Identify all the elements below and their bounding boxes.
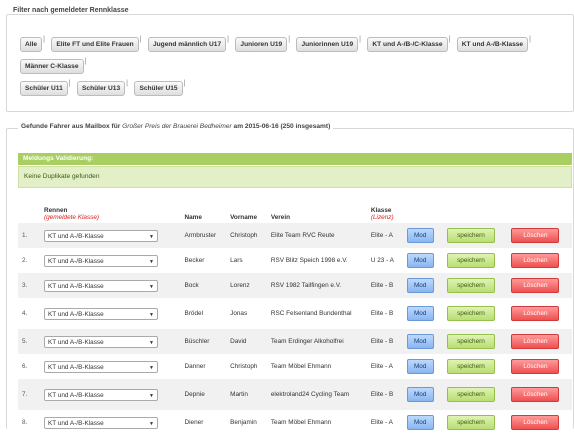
- delete-button[interactable]: Löschen: [511, 253, 560, 268]
- results-legend: Gefunde Fahrer aus Mailbox für Großer Pr…: [18, 123, 334, 130]
- modify-button[interactable]: Mod: [406, 306, 434, 321]
- delete-button[interactable]: Löschen: [511, 334, 560, 349]
- race-class-select[interactable]: KT und A-/B-Klasse ▼: [44, 279, 158, 292]
- save-button[interactable]: speichern: [446, 359, 495, 374]
- column-header-name: Name: [184, 214, 202, 221]
- save-button[interactable]: speichern: [446, 253, 495, 268]
- modify-button[interactable]: Mod: [406, 334, 434, 349]
- save-button[interactable]: speichern: [446, 278, 495, 293]
- filter-button-alle[interactable]: Alle: [20, 37, 43, 52]
- race-class-select[interactable]: KT und A-/B-Klasse ▼: [44, 416, 158, 429]
- filter-button-maenner-c[interactable]: Männer C-Klasse: [20, 59, 84, 74]
- modify-button[interactable]: Mod: [406, 415, 434, 430]
- modify-button[interactable]: Mod: [406, 359, 434, 374]
- table-header-row: Rennen (gemeldete Klasse) Name Vorname Ve…: [18, 193, 572, 223]
- table-row: 8. KT und A-/B-Klasse ▼ Diener Benjamin T…: [18, 410, 572, 435]
- column-header-verein: Verein: [270, 214, 291, 221]
- save-button[interactable]: speichern: [446, 334, 495, 349]
- table-row: 5. KT und A-/B-Klasse ▼ Büschler David Te…: [18, 329, 572, 354]
- filter-button-juniorinnen-u19[interactable]: Juniorinnen U19: [296, 37, 359, 52]
- table-row: 3. KT und A-/B-Klasse ▼ Bock Lorenz RSV 1…: [18, 273, 572, 298]
- save-button[interactable]: speichern: [446, 306, 495, 321]
- table-row: 6. KT und A-/B-Klasse ▼ Danner Christoph …: [18, 354, 572, 379]
- modify-button[interactable]: Mod: [406, 228, 434, 243]
- modify-button[interactable]: Mod: [406, 387, 434, 402]
- race-class-select[interactable]: KT und A-/B-Klasse ▼: [44, 229, 158, 242]
- table-row: 4. KT und A-/B-Klasse ▼ Brödel Jonas RSC …: [18, 298, 572, 329]
- filter-legend: Filter nach gemeldeter Rennklasse: [10, 7, 132, 14]
- save-button[interactable]: speichern: [446, 387, 495, 402]
- riders-table: Rennen (gemeldete Klasse) Name Vorname Ve…: [18, 193, 572, 435]
- race-class-select[interactable]: KT und A-/B-Klasse ▼: [44, 335, 158, 348]
- filter-button-group: Alle| Elite FT und Elite Frauen| Jugend …: [20, 33, 565, 99]
- filter-button-schueler-u15[interactable]: Schüler U15: [134, 81, 183, 96]
- race-class-select[interactable]: KT und A-/B-Klasse ▼: [44, 360, 158, 373]
- chevron-down-icon: ▼: [149, 311, 154, 318]
- chevron-down-icon: ▼: [149, 420, 154, 427]
- filter-button-schueler-u13[interactable]: Schüler U13: [77, 81, 126, 96]
- filter-button-junioren-u19[interactable]: Junioren U19: [235, 37, 288, 52]
- delete-button[interactable]: Löschen: [511, 359, 560, 374]
- table-row: 2. KT und A-/B-Klasse ▼ Becker Lars RSV B…: [18, 248, 572, 273]
- chevron-down-icon: ▼: [149, 258, 154, 265]
- chevron-down-icon: ▼: [149, 364, 154, 371]
- chevron-down-icon: ▼: [149, 283, 154, 290]
- chevron-down-icon: ▼: [149, 339, 154, 346]
- column-header-vorname: Vorname: [230, 214, 257, 221]
- filter-button-elite[interactable]: Elite FT und Elite Frauen: [51, 37, 139, 52]
- race-class-select[interactable]: KT und A-/B-Klasse ▼: [44, 388, 158, 401]
- filter-button-kt-abc[interactable]: KT und A-/B-/C-Klasse: [367, 37, 448, 52]
- filter-button-schueler-u11[interactable]: Schüler U11: [20, 81, 68, 96]
- delete-button[interactable]: Löschen: [511, 278, 560, 293]
- delete-button[interactable]: Löschen: [511, 387, 560, 402]
- chevron-down-icon: ▼: [149, 233, 154, 240]
- modify-button[interactable]: Mod: [406, 278, 434, 293]
- race-class-select[interactable]: KT und A-/B-Klasse ▼: [44, 307, 158, 320]
- table-row: 1. KT und A-/B-Klasse ▼ Armbruster Christ…: [18, 223, 572, 248]
- filter-button-jugend-u17[interactable]: Jugend männlich U17: [147, 37, 227, 52]
- filter-button-kt-ab[interactable]: KT und A-/B-Klasse: [456, 37, 529, 52]
- column-header-klasse: Klasse (Lizenz): [370, 207, 394, 221]
- validation-message: Keine Duplikate gefunden: [18, 166, 572, 188]
- race-class-select[interactable]: KT und A-/B-Klasse ▼: [44, 254, 158, 267]
- save-button[interactable]: speichern: [446, 228, 495, 243]
- delete-button[interactable]: Löschen: [511, 228, 560, 243]
- chevron-down-icon: ▼: [149, 392, 154, 399]
- column-header-rennen: Rennen (gemeldete Klasse): [44, 207, 100, 221]
- delete-button[interactable]: Löschen: [511, 306, 560, 321]
- table-row: 7. KT und A-/B-Klasse ▼ Depnie Martin ele…: [18, 379, 572, 410]
- delete-button[interactable]: Löschen: [511, 415, 560, 430]
- save-button[interactable]: speichern: [446, 415, 495, 430]
- modify-button[interactable]: Mod: [406, 253, 434, 268]
- validation-heading: Meldungs Validierung:: [18, 153, 572, 165]
